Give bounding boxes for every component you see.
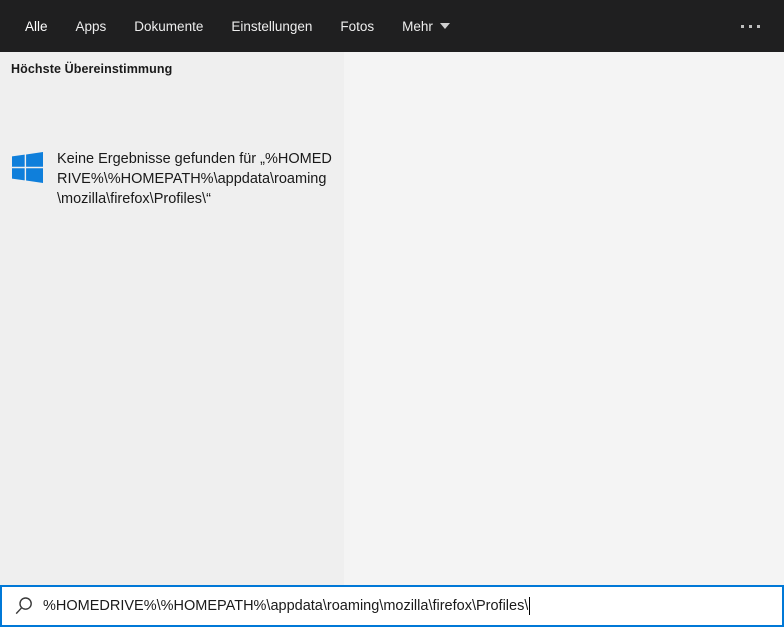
section-heading: Höchste Übereinstimmung: [11, 62, 173, 76]
tab-einstellungen[interactable]: Einstellungen: [231, 19, 312, 34]
tab-alle[interactable]: Alle: [25, 19, 48, 34]
tab-fotos[interactable]: Fotos: [340, 19, 374, 34]
results-panel: Höchste Übereinstimmung Keine Ergebnisse…: [0, 52, 344, 585]
preview-panel: [344, 52, 784, 585]
search-input[interactable]: %HOMEDRIVE%\%HOMEPATH%\appdata\roaming\m…: [0, 585, 784, 627]
search-icon: [15, 597, 32, 615]
text-caret: [529, 597, 531, 615]
tab-mehr-label: Mehr: [402, 18, 433, 34]
more-options-button[interactable]: [739, 19, 762, 34]
chevron-down-icon: [439, 23, 450, 29]
tab-dokumente[interactable]: Dokumente: [134, 19, 203, 34]
ellipsis-icon: [741, 24, 744, 28]
tab-mehr-dropdown[interactable]: Mehr: [402, 19, 450, 34]
ellipsis-icon: [757, 24, 760, 28]
no-results-message: Keine Ergebnisse gefunden für: [57, 151, 257, 167]
ellipsis-icon: [749, 24, 752, 28]
search-input-value: %HOMEDRIVE%\%HOMEPATH%\appdata\roaming\m…: [43, 598, 529, 614]
search-filter-tabbar: Alle Apps Dokumente Einstellungen Fotos …: [0, 0, 784, 52]
no-results-text: Keine Ergebnisse gefunden für „%HOMEDRIV…: [57, 149, 338, 209]
windows-logo-icon: [12, 152, 43, 183]
tab-apps[interactable]: Apps: [76, 19, 107, 34]
no-results-item[interactable]: Keine Ergebnisse gefunden für „%HOMEDRIV…: [12, 149, 338, 209]
